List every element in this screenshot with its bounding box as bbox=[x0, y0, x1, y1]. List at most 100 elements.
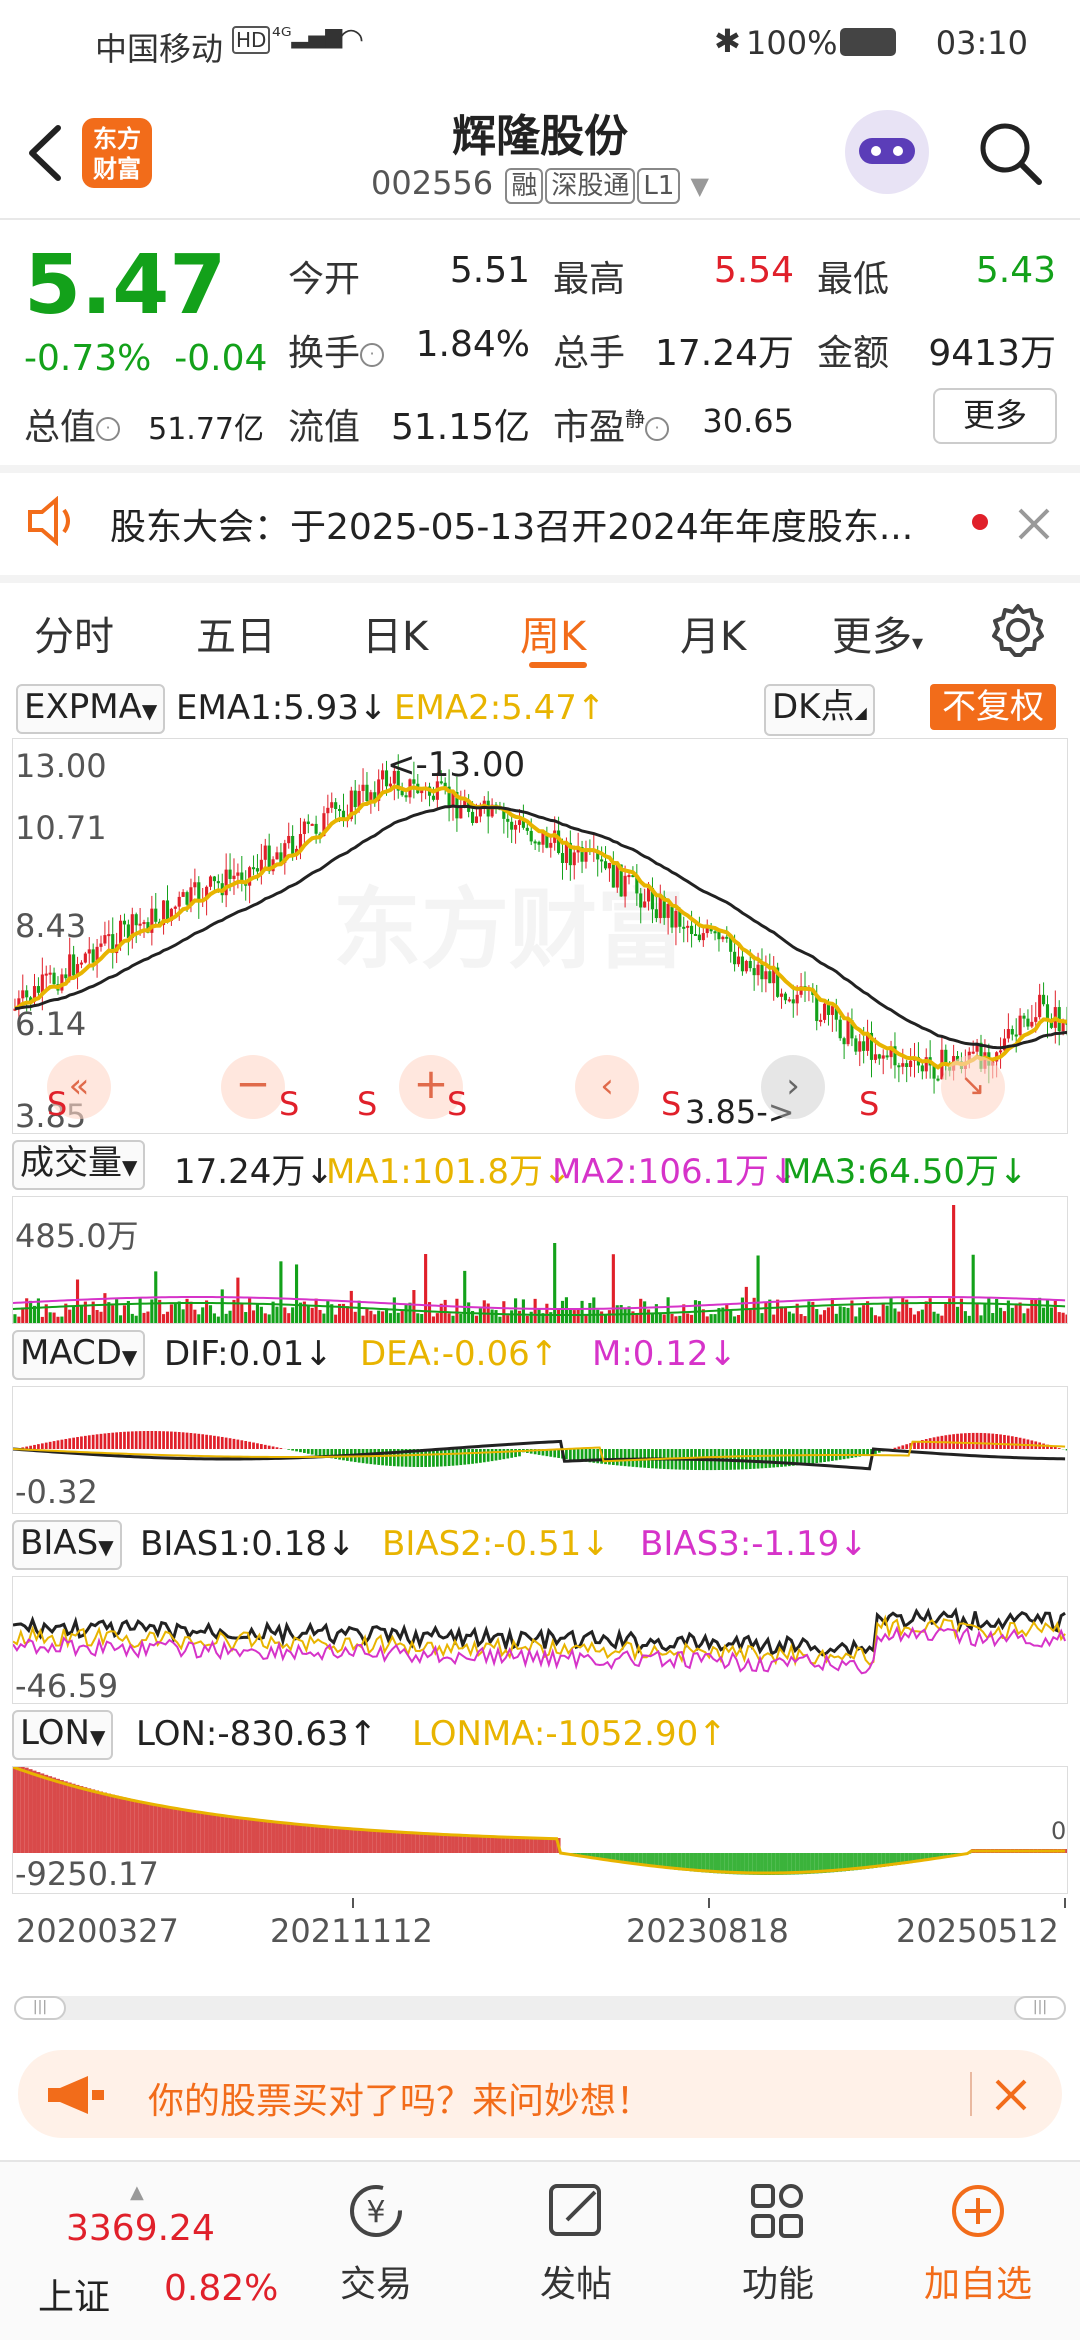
volume-chart[interactable]: 485.0万 bbox=[12, 1196, 1068, 1324]
bias-chart[interactable]: -46.59 bbox=[12, 1576, 1068, 1704]
indicator-select[interactable]: EXPMA▼ bbox=[16, 684, 166, 734]
nav-post[interactable]: 发帖 bbox=[506, 2176, 646, 2307]
candle-body bbox=[822, 1003, 827, 1020]
candle-body bbox=[697, 934, 701, 941]
scroll-handle-left[interactable]: ||| bbox=[14, 1996, 66, 2020]
macd-bar bbox=[760, 1449, 764, 1469]
candle-body bbox=[216, 881, 220, 884]
lon-bar bbox=[501, 1836, 506, 1853]
macd-bar bbox=[471, 1449, 474, 1464]
lon-bar bbox=[138, 1800, 143, 1853]
ai-assistant-banner[interactable]: 你的股票买对了吗？来问妙想！ bbox=[18, 2050, 1062, 2138]
lon-bar bbox=[404, 1832, 409, 1853]
tab-five-day[interactable]: 五日 bbox=[196, 604, 276, 662]
lon-select[interactable]: LON▼ bbox=[12, 1710, 114, 1760]
tab-more[interactable]: 更多▾ bbox=[832, 604, 923, 662]
lon-chart[interactable]: -9250.17 0 bbox=[12, 1766, 1068, 1894]
chevron-down-icon[interactable]: ▼ bbox=[691, 172, 709, 200]
index-ticker[interactable]: ▲ 3369.24 上证 0.82% bbox=[30, 2182, 278, 2322]
macd-bar bbox=[975, 1432, 979, 1449]
volume-bar bbox=[991, 1313, 995, 1323]
reset-view-button[interactable]: ↘ bbox=[941, 1055, 1005, 1119]
tab-intraday[interactable]: 分时 bbox=[34, 604, 114, 662]
nav-functions[interactable]: 功能 bbox=[708, 2176, 848, 2307]
ema1-value: EMA1:5.93↓ bbox=[176, 688, 388, 728]
candle-body bbox=[838, 1019, 842, 1039]
volume-bar bbox=[267, 1314, 271, 1323]
volume-bar bbox=[748, 1309, 752, 1323]
macd-chart[interactable]: -0.32 bbox=[12, 1386, 1068, 1514]
bias-select[interactable]: BIAS▼ bbox=[12, 1520, 122, 1570]
tab-daily-k[interactable]: 日K bbox=[362, 604, 428, 662]
info-icon[interactable]: · bbox=[645, 417, 670, 441]
volume-bar bbox=[646, 1309, 651, 1323]
kline-chart[interactable]: 东方财富 13.00 10.71 8.43 6.14 3.85 <-13.00 … bbox=[12, 738, 1068, 1134]
candle-body bbox=[748, 960, 752, 969]
volume-bar bbox=[830, 1298, 834, 1323]
candle-body bbox=[91, 949, 95, 963]
close-icon[interactable] bbox=[994, 2078, 1028, 2112]
info-icon[interactable]: · bbox=[360, 343, 385, 367]
macd-bar bbox=[111, 1432, 115, 1449]
turnover-label-text: 换手 bbox=[288, 333, 361, 374]
lon-bar bbox=[431, 1833, 436, 1853]
lon-bar bbox=[13, 1767, 17, 1853]
tab-weekly-k[interactable]: 周K bbox=[520, 604, 586, 662]
candle-body bbox=[44, 973, 48, 976]
volume-bar bbox=[920, 1309, 924, 1323]
lon-bar bbox=[439, 1833, 444, 1853]
zoom-out-button[interactable]: − bbox=[221, 1055, 285, 1119]
high-label: 最高 bbox=[553, 259, 626, 300]
tab-monthly-k[interactable]: 月K bbox=[680, 604, 746, 662]
nav-functions-label: 功能 bbox=[741, 2264, 814, 2305]
macd-bar bbox=[995, 1433, 999, 1449]
sell-signal: S bbox=[859, 1085, 880, 1123]
gear-icon[interactable] bbox=[990, 602, 1046, 658]
lon-bar bbox=[494, 1836, 498, 1853]
macd-bar bbox=[29, 1445, 32, 1449]
pe-value: 30.65 bbox=[702, 402, 794, 440]
adjust-button[interactable]: 不复权 bbox=[930, 684, 1056, 730]
candle-body bbox=[572, 852, 576, 866]
nav-trade[interactable]: ¥ 交易 bbox=[306, 2176, 446, 2307]
volume-bar bbox=[162, 1314, 166, 1323]
notice-bar[interactable]: 股东大会：于2025-05-13召开2024年年度股东... bbox=[0, 470, 1080, 570]
volume-bar bbox=[916, 1311, 920, 1323]
search-icon[interactable] bbox=[975, 118, 1045, 188]
change-percent: -0.73% bbox=[24, 338, 152, 379]
chevron-down-icon: ▼ bbox=[89, 1725, 106, 1749]
more-button[interactable]: 更多 bbox=[933, 388, 1057, 444]
nav-add-watchlist[interactable]: 加自选 bbox=[908, 2176, 1048, 2307]
candle-body bbox=[353, 790, 357, 808]
volume-bar bbox=[901, 1298, 905, 1323]
volume-bar bbox=[369, 1310, 373, 1323]
kline-plot bbox=[13, 754, 1067, 1094]
robot-assistant-icon[interactable] bbox=[845, 110, 929, 194]
dk-point-select[interactable]: DK点◢ bbox=[764, 684, 875, 736]
macd-select[interactable]: MACD▼ bbox=[12, 1330, 146, 1380]
macd-bar bbox=[205, 1434, 208, 1449]
volume-bar bbox=[474, 1315, 479, 1323]
chart-scrollbar[interactable]: ||| ||| bbox=[14, 1996, 1066, 2020]
macd-bar bbox=[502, 1449, 506, 1460]
ema1-text: EMA1:5.93 bbox=[176, 688, 359, 728]
volume-select[interactable]: 成交量▼ bbox=[12, 1140, 146, 1190]
volume-bar bbox=[529, 1311, 533, 1323]
volume-bar bbox=[365, 1308, 369, 1323]
lonma-value-text: LONMA:-1052.90 bbox=[412, 1714, 699, 1754]
macd-bar bbox=[220, 1436, 224, 1449]
lon-bar bbox=[447, 1834, 452, 1853]
scroll-handle-right[interactable]: ||| bbox=[1014, 1996, 1066, 2020]
macd-bar bbox=[455, 1449, 459, 1466]
info-icon[interactable]: · bbox=[96, 417, 121, 441]
candle-body bbox=[48, 972, 52, 975]
scroll-right-button[interactable]: › bbox=[761, 1055, 825, 1119]
volume-label: 成交量 bbox=[20, 1143, 122, 1183]
volume-bar bbox=[521, 1299, 525, 1323]
volume-bar bbox=[21, 1307, 25, 1323]
volume-bar bbox=[967, 1315, 971, 1323]
close-icon[interactable] bbox=[1016, 506, 1052, 542]
macd-bar bbox=[432, 1449, 435, 1467]
scroll-left-button[interactable]: ‹ bbox=[575, 1055, 639, 1119]
volume-bar bbox=[455, 1298, 459, 1323]
